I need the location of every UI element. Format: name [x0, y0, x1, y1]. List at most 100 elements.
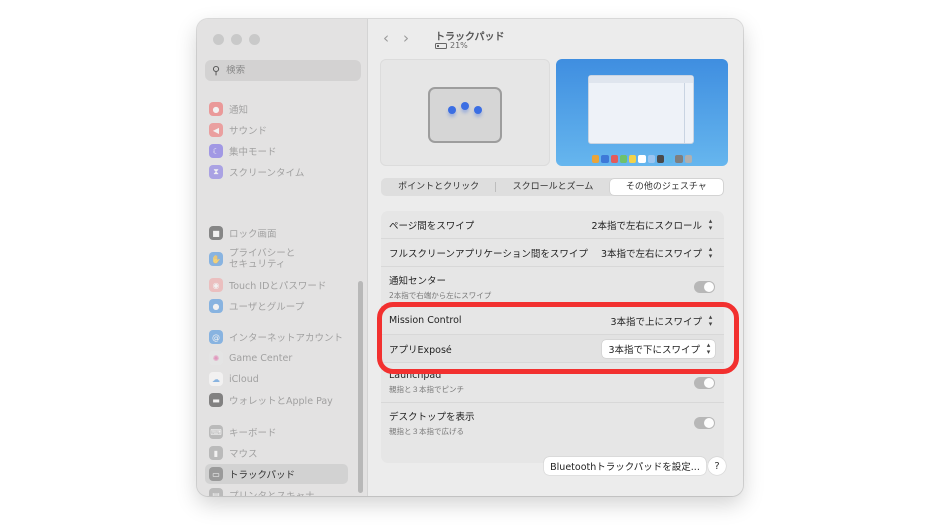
tab-scroll-and-zoom[interactable]: スクロールとズーム: [496, 179, 609, 195]
zoom-button[interactable]: [249, 34, 260, 45]
sidebar-item-game-center[interactable]: ✺ Game Center: [205, 348, 348, 368]
setting-description: 親指と３本指で広げる: [389, 427, 464, 436]
sidebar-item-label: Touch IDとパスワード: [229, 281, 327, 292]
mission-control-popup[interactable]: 3本指で上にスワイプ ▴ ▾: [610, 313, 715, 328]
cloud-icon: ☁: [209, 372, 223, 386]
setting-description: 親指と３本指でピンチ: [389, 385, 464, 394]
at-icon: @: [209, 330, 223, 344]
setting-row-mission-control: Mission Control 3本指で上にスワイプ ▴ ▾: [381, 307, 724, 335]
setting-row-app-expose: アプリExposé 3本指で下にスワイプ ▴ ▾: [381, 335, 724, 363]
sidebar-item-screen-time[interactable]: ⧗ スクリーンタイム: [205, 162, 348, 182]
popup-value: 3本指で上にスワイプ: [610, 316, 702, 328]
popup-value: 2本指で左右にスクロール: [591, 220, 702, 232]
search-input[interactable]: [226, 65, 347, 76]
setting-label: フルスクリーンアプリケーション間をスワイプ: [389, 248, 588, 260]
popup-value: 3本指で下にスワイプ: [608, 344, 700, 356]
launchpad-toggle[interactable]: [694, 376, 715, 389]
sidebar-item-printers[interactable]: ▤ プリンタとスキャナ: [205, 485, 348, 496]
preview-window-illustration: [588, 75, 694, 144]
setting-row-launchpad: Launchpad 親指と３本指でピンチ: [381, 363, 724, 403]
battery-status: 21%: [435, 41, 468, 50]
preview-dock-illustration: [590, 154, 694, 164]
sidebar-item-icloud[interactable]: ☁ iCloud: [205, 369, 348, 389]
setting-label: デスクトップを表示: [389, 412, 475, 423]
sidebar-item-label: 通知: [229, 105, 249, 116]
sidebar-item-users[interactable]: ● ユーザとグループ: [205, 296, 348, 316]
chevron-updown-icon: ▴ ▾: [708, 216, 713, 232]
tab-bar: ポイントとクリック スクロールとズーム その他のジェスチャ: [381, 178, 724, 196]
close-button[interactable]: [213, 34, 224, 45]
hand-icon: ✋: [209, 252, 223, 266]
sidebar-item-keyboard[interactable]: ⌨ キーボード: [205, 422, 348, 442]
setting-row-swipe-fullscreen-apps: フルスクリーンアプリケーション間をスワイプ 3本指で左右にスワイプ ▴ ▾: [381, 239, 724, 267]
app-expose-popup[interactable]: 3本指で下にスワイプ ▴ ▾: [602, 339, 715, 358]
swipe-fullscreen-apps-popup[interactable]: 3本指で左右にスワイプ ▴ ▾: [600, 245, 715, 260]
sidebar-item-label: マウス: [229, 449, 258, 460]
sidebar-item-label: ロック画面: [229, 229, 277, 240]
sidebar-item-internet-accounts[interactable]: @ インターネットアカウント: [205, 327, 348, 347]
search-field[interactable]: ⚲: [205, 60, 361, 81]
sidebar-item-lock-screen[interactable]: ■ ロック画面: [205, 223, 348, 243]
trackpad-icon: ▭: [209, 467, 223, 481]
sidebar-item-label: キーボード: [229, 428, 277, 439]
sidebar-item-sound[interactable]: ◀ サウンド: [205, 120, 348, 140]
setting-label: Launchpad: [389, 370, 442, 381]
setting-row-swipe-pages: ページ間をスワイプ 2本指で左右にスクロール ▴ ▾: [381, 211, 724, 239]
gesture-settings-group: ページ間をスワイプ 2本指で左右にスクロール ▴ ▾ フルスクリーンアプリケーショ…: [381, 211, 724, 463]
gesture-preview-screen: [556, 59, 728, 166]
search-icon: ⚲: [212, 64, 221, 77]
sidebar-item-label: ユーザとグループ: [229, 302, 305, 313]
chevron-updown-icon: ▴ ▾: [706, 340, 711, 356]
lock-icon: ■: [209, 226, 223, 240]
sidebar-item-label: Game Center: [229, 352, 293, 364]
sidebar-item-label: iCloud: [229, 373, 259, 385]
minimize-button[interactable]: [231, 34, 242, 45]
sidebar-item-label: インターネットアカウント: [229, 333, 344, 344]
battery-icon: [435, 42, 447, 49]
sidebar-scrollbar[interactable]: [358, 281, 363, 493]
sidebar-item-label: ウォレットとApple Pay: [229, 396, 333, 407]
help-button[interactable]: ?: [708, 457, 726, 475]
show-desktop-toggle[interactable]: [694, 417, 715, 429]
finger-dot: [474, 106, 482, 114]
battery-level: 21%: [450, 41, 468, 50]
sidebar-item-label: スクリーンタイム: [229, 168, 305, 179]
finger-dot: [448, 106, 456, 114]
sidebar-item-trackpad[interactable]: ▭ トラックパッド: [205, 464, 348, 484]
users-icon: ●: [209, 299, 223, 313]
fingerprint-icon: ◉: [209, 278, 223, 292]
sidebar-item-mouse[interactable]: ▮ マウス: [205, 443, 348, 463]
navigation-buttons: ‹ ›: [383, 30, 409, 46]
sidebar-item-label: 集中モード: [229, 147, 277, 158]
setting-label: ページ間をスワイプ: [389, 220, 475, 232]
sidebar: ⚲ ● 通知 ◀ サウンド ☾ 集中モード ⧗ スクリーンタイム ■ ロック画: [197, 19, 368, 496]
swipe-pages-popup[interactable]: 2本指で左右にスクロール ▴ ▾: [591, 216, 715, 232]
sidebar-item-label: プライバシーと セキュリティ: [229, 248, 296, 270]
printer-icon: ▤: [209, 488, 223, 496]
sidebar-item-touch-id[interactable]: ◉ Touch IDとパスワード: [205, 275, 348, 295]
gesture-preview-trackpad: [380, 59, 550, 166]
chevron-right-icon[interactable]: ›: [403, 30, 409, 46]
game-center-icon: ✺: [209, 351, 223, 365]
sidebar-item-notifications[interactable]: ● 通知: [205, 99, 348, 119]
sidebar-item-wallet[interactable]: ▬ ウォレットとApple Pay: [205, 390, 348, 410]
sidebar-list: ● 通知 ◀ サウンド ☾ 集中モード ⧗ スクリーンタイム ■ ロック画面 ✋…: [197, 83, 357, 496]
sidebar-item-label: サウンド: [229, 126, 268, 137]
wallet-icon: ▬: [209, 393, 223, 407]
setting-label: アプリExposé: [389, 344, 452, 356]
popup-value: 3本指で左右にスワイプ: [600, 248, 702, 260]
moon-icon: ☾: [209, 144, 223, 158]
notification-center-toggle[interactable]: [694, 280, 715, 293]
tab-point-and-click[interactable]: ポイントとクリック: [382, 179, 495, 195]
hourglass-icon: ⧗: [209, 165, 223, 179]
sidebar-item-label: プリンタとスキャナ: [229, 488, 315, 496]
tab-more-gestures[interactable]: その他のジェスチャ: [609, 179, 723, 195]
setting-label: Mission Control: [389, 315, 462, 326]
chevron-left-icon[interactable]: ‹: [383, 30, 389, 46]
setting-description: 2本指で右端から左にスワイプ: [389, 290, 492, 300]
bell-icon: ●: [209, 102, 223, 116]
settings-window: ⚲ ● 通知 ◀ サウンド ☾ 集中モード ⧗ スクリーンタイム ■ ロック画: [197, 19, 743, 496]
sidebar-item-privacy[interactable]: ✋ プライバシーと セキュリティ: [205, 245, 348, 273]
setup-bluetooth-trackpad-button[interactable]: Bluetoothトラックパッドを設定...: [544, 457, 706, 475]
sidebar-item-focus[interactable]: ☾ 集中モード: [205, 141, 348, 161]
